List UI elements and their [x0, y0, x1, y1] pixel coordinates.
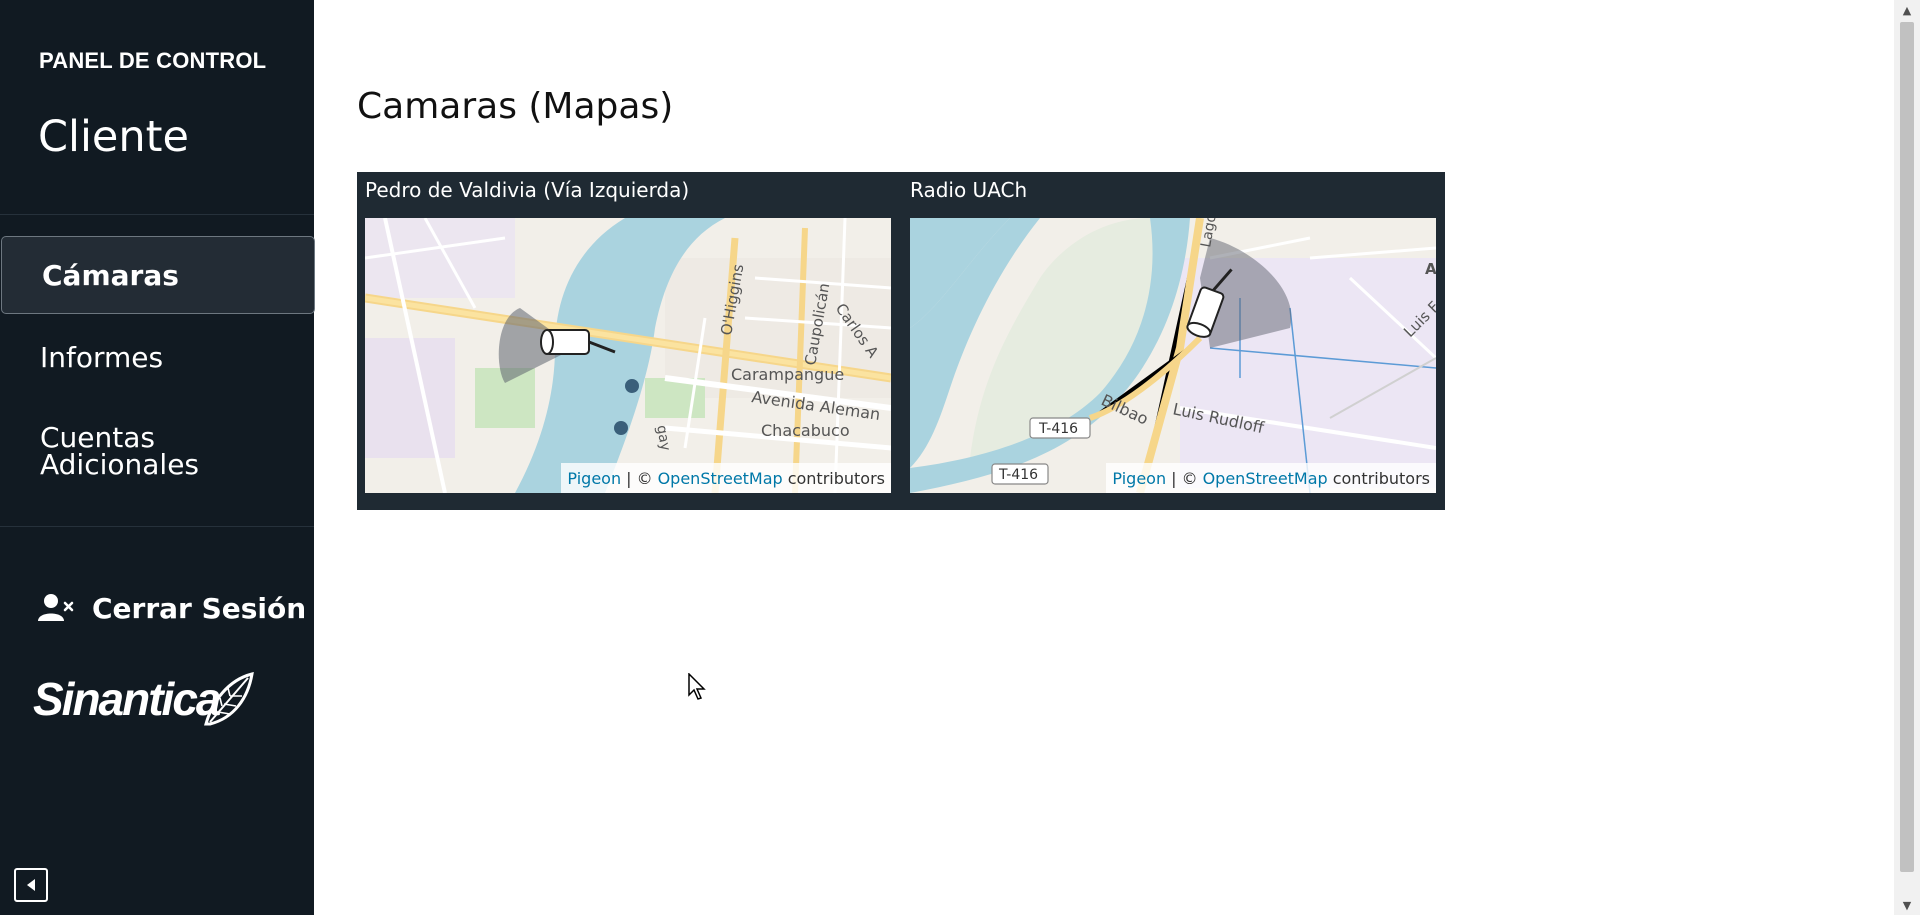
scroll-down-arrow-icon[interactable]: ▼	[1894, 895, 1920, 915]
nav-item-label: Cámaras	[42, 258, 179, 292]
mouse-cursor-icon	[688, 673, 706, 700]
sidebar: PANEL DE CONTROL Cliente Cámaras Informe…	[0, 0, 315, 915]
nav-item-label: Cuentas Adicionales	[40, 421, 200, 481]
map-tiles[interactable]: O'Higgins Caupolicán Carlos A Carampangu…	[365, 218, 891, 493]
map-attribution: Pigeon | © OpenStreetMap contributors	[561, 463, 891, 493]
attribution-separator: | ©	[626, 468, 653, 488]
nav-item-camaras[interactable]: Cámaras	[1, 236, 315, 314]
camera-maps-panel: Pedro de Valdivia (Vía Izquierda) O'Higg…	[357, 172, 1445, 510]
divider	[0, 214, 314, 215]
pigeon-link[interactable]: Pigeon	[567, 469, 621, 488]
attribution-contributors: contributors	[1332, 468, 1430, 488]
user-remove-icon	[38, 594, 74, 621]
road-shield: T-416	[998, 467, 1038, 483]
scrollbar-thumb[interactable]	[1900, 22, 1914, 872]
nav-item-label: Informes	[40, 340, 164, 374]
openstreetmap-link[interactable]: OpenStreetMap	[1203, 469, 1328, 488]
logout-label: Cerrar Sesión	[92, 591, 307, 625]
nav-item-informes[interactable]: Informes	[0, 318, 314, 396]
vertical-scrollbar[interactable]: ▲ ▼	[1894, 0, 1920, 915]
map-label: A	[1425, 260, 1436, 278]
attribution-separator: | ©	[1171, 468, 1198, 488]
camera-map[interactable]: O'Higgins Caupolicán Carlos A Carampangu…	[365, 218, 891, 493]
logout-button[interactable]: Cerrar Sesión	[38, 588, 306, 628]
main-content: Camaras (Mapas) Pedro de Valdivia (Vía I…	[314, 0, 1894, 915]
camera-map[interactable]: Lagos A Luis F Bilbao Luis Rudloff T-416…	[910, 218, 1436, 493]
client-title: Cliente	[38, 112, 189, 162]
brand-logo: Sinantica	[33, 673, 222, 725]
camera-name: Pedro de Valdivia (Vía Izquierda)	[365, 178, 690, 202]
divider	[0, 526, 314, 527]
camera-name: Radio UACh	[910, 178, 1028, 202]
pigeon-link[interactable]: Pigeon	[1112, 469, 1166, 488]
road-shield: T-416	[1038, 421, 1078, 437]
collapse-sidebar-button[interactable]	[14, 868, 48, 902]
map-tiles[interactable]: Lagos A Luis F Bilbao Luis Rudloff T-416…	[910, 218, 1436, 493]
camera-card: Radio UACh Lagos A Luis F Bilbao Luis Ru…	[902, 172, 1436, 510]
map-attribution: Pigeon | © OpenStreetMap contributors	[1106, 463, 1436, 493]
scroll-up-arrow-icon[interactable]: ▲	[1894, 0, 1920, 20]
panel-title: PANEL DE CONTROL	[39, 48, 267, 73]
nav-item-cuentas-adicionales[interactable]: Cuentas Adicionales	[0, 410, 240, 506]
page-title: Camaras (Mapas)	[357, 86, 674, 127]
map-label: Chacabuco	[761, 421, 850, 440]
attribution-contributors: contributors	[787, 468, 885, 488]
map-label: Carampangue	[731, 365, 844, 384]
camera-card: Pedro de Valdivia (Vía Izquierda) O'Higg…	[357, 172, 891, 510]
caret-left-icon	[27, 879, 35, 891]
leaf-icon	[204, 672, 254, 726]
openstreetmap-link[interactable]: OpenStreetMap	[658, 469, 783, 488]
